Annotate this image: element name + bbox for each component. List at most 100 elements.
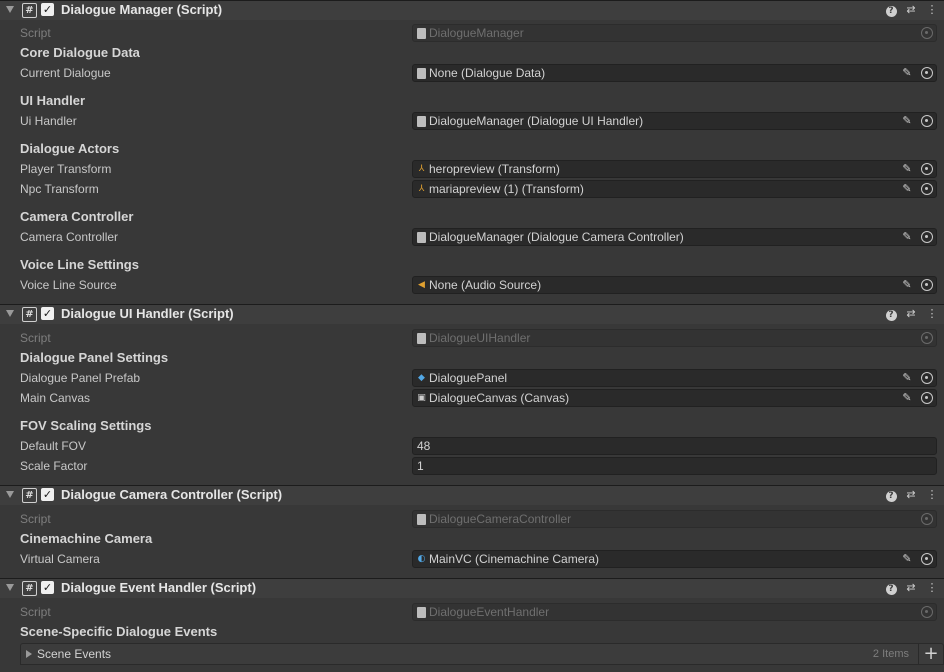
voice-line-source-value: None (Audio Source): [429, 278, 542, 292]
audio-source-icon: ◀: [418, 280, 425, 290]
presets-sliders-icon[interactable]: ⇄: [904, 3, 918, 17]
script-field-value: DialogueUIHandler: [429, 331, 531, 345]
npc-transform-value: mariapreview (1) (Transform): [429, 182, 584, 196]
camera-controller-label: Camera Controller: [20, 230, 119, 244]
pencil-icon[interactable]: ✎: [900, 182, 914, 196]
script-field: DialogueManager: [412, 24, 937, 42]
enable-checkbox[interactable]: ✓: [41, 488, 54, 501]
presets-sliders-icon[interactable]: ⇄: [904, 307, 918, 321]
section-dialogue-panel-settings: Dialogue Panel Settings: [20, 350, 169, 365]
object-picker-icon[interactable]: [921, 392, 933, 404]
current-dialogue-value: None (Dialogue Data): [429, 66, 546, 80]
help-icon[interactable]: ?: [884, 488, 898, 502]
pencil-icon[interactable]: ✎: [900, 278, 914, 292]
presets-sliders-icon[interactable]: ⇄: [904, 488, 918, 502]
fold-triangle-icon[interactable]: [6, 310, 14, 317]
dialogue-panel-prefab-label: Dialogue Panel Prefab: [20, 371, 141, 385]
script-asset-icon: [417, 232, 426, 243]
current-dialogue-field[interactable]: None (Dialogue Data) ✎: [412, 64, 937, 82]
enable-checkbox[interactable]: ✓: [41, 3, 54, 16]
component-header-dialogue-manager[interactable]: # ✓ Dialogue Manager (Script) ? ⇄ ⋮: [0, 0, 944, 20]
object-picker-icon[interactable]: [921, 183, 933, 195]
fold-triangle-icon[interactable]: [6, 491, 14, 498]
voice-line-source-field[interactable]: ◀ None (Audio Source) ✎: [412, 276, 937, 294]
default-fov-value: 48: [417, 439, 431, 453]
scale-factor-input[interactable]: 1: [412, 457, 937, 475]
component-header-dialogue-ui-handler[interactable]: # ✓ Dialogue UI Handler (Script) ? ⇄ ⋮: [0, 304, 944, 324]
virtual-camera-field[interactable]: ◐ MainVC (Cinemachine Camera) ✎: [412, 550, 937, 568]
script-asset-icon: [417, 333, 426, 344]
object-picker-icon[interactable]: [921, 553, 933, 565]
help-icon[interactable]: ?: [884, 581, 898, 595]
pencil-icon[interactable]: ✎: [900, 371, 914, 385]
pencil-icon[interactable]: ✎: [900, 162, 914, 176]
section-dialogue-actors: Dialogue Actors: [20, 141, 120, 156]
virtual-camera-label: Virtual Camera: [20, 552, 100, 566]
camera-controller-value: DialogueManager (Dialogue Camera Control…: [429, 230, 684, 244]
transform-icon: ⅄: [418, 184, 425, 194]
camera-controller-field[interactable]: DialogueManager (Dialogue Camera Control…: [412, 228, 937, 246]
add-element-plus-icon[interactable]: +: [918, 644, 943, 664]
help-icon[interactable]: ?: [884, 307, 898, 321]
scale-factor-label: Scale Factor: [20, 459, 88, 473]
enable-checkbox[interactable]: ✓: [41, 307, 54, 320]
object-picker-icon[interactable]: [921, 372, 933, 384]
script-asset-icon: [417, 28, 426, 39]
presets-sliders-icon[interactable]: ⇄: [904, 581, 918, 595]
main-canvas-field[interactable]: ▣ DialogueCanvas (Canvas) ✎: [412, 389, 937, 407]
dialogue-panel-prefab-value: DialoguePanel: [429, 371, 508, 385]
foldout-triangle-right-icon[interactable]: [26, 650, 32, 658]
section-camera-controller: Camera Controller: [20, 209, 134, 224]
player-transform-field[interactable]: ⅄ heropreview (Transform) ✎: [412, 160, 937, 178]
object-picker-icon[interactable]: [921, 115, 933, 127]
script-field-value: DialogueEventHandler: [429, 605, 550, 619]
fold-triangle-icon[interactable]: [6, 6, 14, 13]
object-picker-icon[interactable]: [921, 231, 933, 243]
script-asset-icon: [417, 607, 426, 618]
component-title: Dialogue Camera Controller (Script): [61, 487, 283, 502]
main-canvas-label: Main Canvas: [20, 391, 91, 405]
script-label: Script: [20, 26, 51, 40]
scene-events-count: 2 Items: [872, 648, 909, 660]
ui-handler-field[interactable]: DialogueManager (Dialogue UI Handler) ✎: [412, 112, 937, 130]
object-picker-icon: [921, 606, 933, 618]
dialogue-panel-prefab-field[interactable]: ◆ DialoguePanel ✎: [412, 369, 937, 387]
ui-handler-label: Ui Handler: [20, 114, 77, 128]
virtual-camera-value: MainVC (Cinemachine Camera): [429, 552, 600, 566]
default-fov-input[interactable]: 48: [412, 437, 937, 455]
npc-transform-field[interactable]: ⅄ mariapreview (1) (Transform) ✎: [412, 180, 937, 198]
player-transform-value: heropreview (Transform): [429, 162, 560, 176]
canvas-icon: ▣: [417, 393, 426, 403]
object-picker-icon[interactable]: [921, 163, 933, 175]
help-icon[interactable]: ?: [884, 3, 898, 17]
pencil-icon[interactable]: ✎: [900, 552, 914, 566]
fold-triangle-icon[interactable]: [6, 584, 14, 591]
script-hash-icon: #: [22, 581, 37, 596]
object-picker-icon[interactable]: [921, 67, 933, 79]
cinemachine-camera-icon: ◐: [417, 554, 426, 564]
component-header-dialogue-camera-controller[interactable]: # ✓ Dialogue Camera Controller (Script) …: [0, 485, 944, 505]
pencil-icon[interactable]: ✎: [900, 66, 914, 80]
script-label: Script: [20, 605, 51, 619]
script-field-value: DialogueCameraController: [429, 512, 572, 526]
script-field: DialogueEventHandler: [412, 603, 937, 621]
object-picker-icon[interactable]: [921, 279, 933, 291]
scene-events-list-header[interactable]: Scene Events 2 Items +: [20, 643, 944, 665]
object-picker-icon: [921, 332, 933, 344]
section-ui-handler: UI Handler: [20, 93, 86, 108]
context-menu-kebab-icon[interactable]: ⋮: [925, 488, 939, 502]
pencil-icon[interactable]: ✎: [900, 391, 914, 405]
script-field: DialogueCameraController: [412, 510, 937, 528]
enable-checkbox[interactable]: ✓: [41, 581, 54, 594]
script-field-value: DialogueManager: [429, 26, 524, 40]
object-picker-icon: [921, 27, 933, 39]
context-menu-kebab-icon[interactable]: ⋮: [925, 3, 939, 17]
pencil-icon[interactable]: ✎: [900, 114, 914, 128]
component-header-dialogue-event-handler[interactable]: # ✓ Dialogue Event Handler (Script) ? ⇄ …: [0, 578, 944, 598]
context-menu-kebab-icon[interactable]: ⋮: [925, 581, 939, 595]
object-picker-icon: [921, 513, 933, 525]
pencil-icon[interactable]: ✎: [900, 230, 914, 244]
context-menu-kebab-icon[interactable]: ⋮: [925, 307, 939, 321]
scene-events-label: Scene Events: [37, 647, 112, 661]
current-dialogue-label: Current Dialogue: [20, 66, 111, 80]
